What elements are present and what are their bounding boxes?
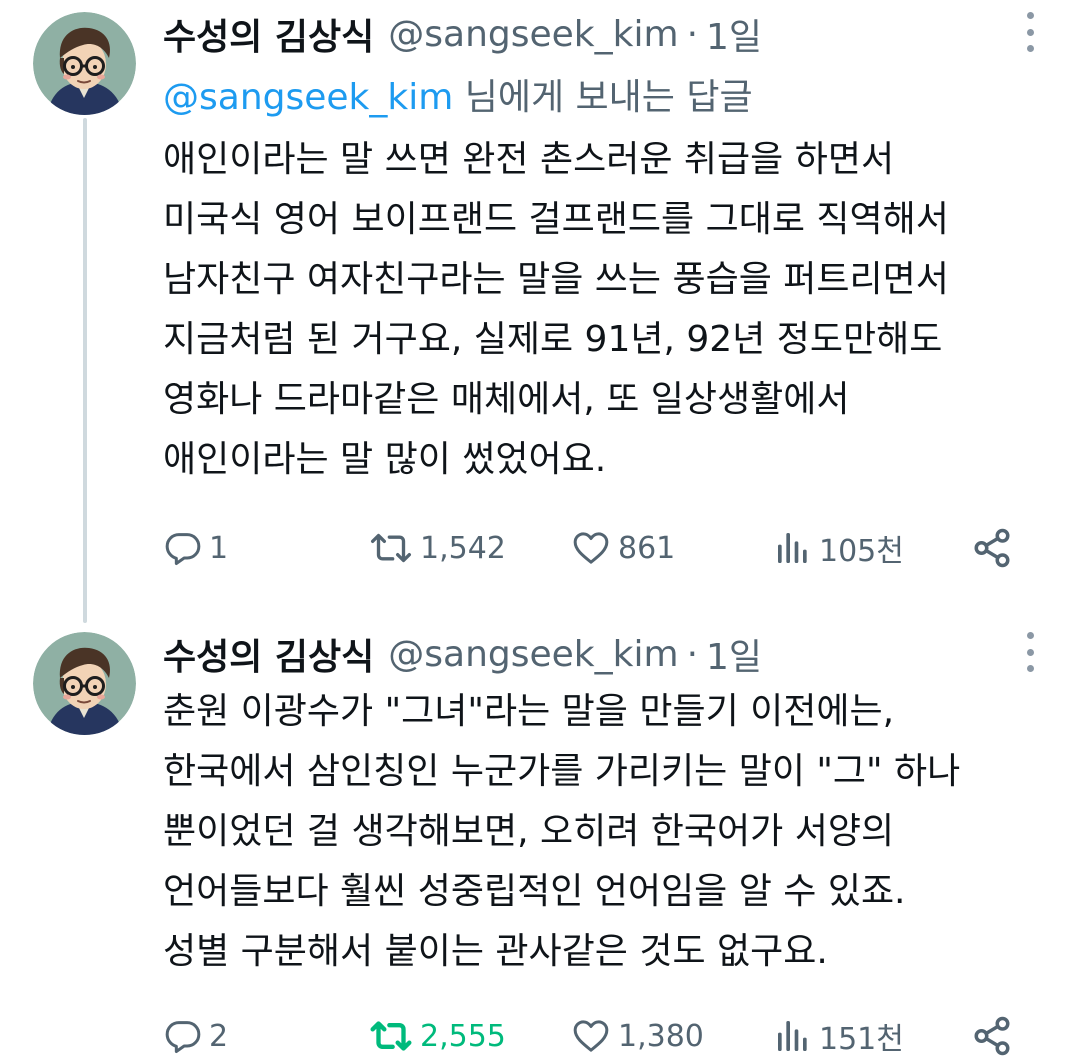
share-button[interactable] — [971, 520, 1019, 576]
tweet-text-line: 미국식 영어 보이프랜드 걸프랜드를 그대로 직역해서 — [163, 199, 949, 240]
retweet-icon — [370, 1021, 412, 1051]
views-button[interactable]: 151천 — [773, 1008, 904, 1064]
user-handle[interactable]: @sangseek_kim — [388, 14, 678, 55]
reply-mention-link[interactable]: @sangseek_kim — [163, 77, 453, 118]
retweet-count: 2,555 — [420, 1018, 506, 1054]
reply-button[interactable]: 1 — [163, 520, 228, 576]
reply-icon — [165, 1021, 201, 1053]
reply-count: 1 — [209, 530, 229, 566]
more-vertical-icon[interactable] — [1024, 632, 1036, 672]
more-vertical-icon[interactable] — [1024, 12, 1036, 52]
heart-icon — [573, 532, 609, 564]
tweet-text-line: 언어들보다 훨씬 성중립적인 언어임을 알 수 있죠. — [163, 871, 906, 912]
like-button[interactable]: 861 — [570, 520, 675, 576]
tweet-text-line: 한국에서 삼인칭인 누군가를 가리키는 말이 "그" 하나 — [163, 751, 961, 792]
reply-icon — [165, 533, 201, 565]
views-count: 151천 — [819, 1022, 904, 1057]
like-button[interactable]: 1,380 — [570, 1008, 704, 1064]
like-count: 1,380 — [618, 1018, 704, 1054]
reply-context: @sangseek_kim 님에게 보내는 답글 — [163, 68, 753, 120]
reply-button[interactable]: 2 — [163, 1008, 228, 1064]
tweet-text-line: 지금처럼 된 거구요, 실제로 91년, 92년 정도만해도 — [163, 319, 943, 360]
tweet-text-line: 성별 구분해서 붙이는 관사같은 것도 없구요. — [163, 931, 828, 972]
avatar[interactable] — [33, 12, 136, 115]
reply-count: 2 — [209, 1018, 229, 1054]
views-icon — [778, 533, 807, 563]
retweet-button[interactable]: 1,542 — [368, 520, 506, 576]
tweet-text-line: 애인이라는 말 많이 썼었어요. — [163, 439, 607, 480]
timestamp[interactable]: 1일 — [706, 8, 762, 60]
reply-context-label: 님에게 보내는 답글 — [453, 77, 753, 118]
action-bar: 2 2,555 1,380 151천 — [163, 1008, 1023, 1064]
retweet-button[interactable]: 2,555 — [368, 1008, 506, 1064]
action-bar: 1 1,542 861 105천 — [163, 520, 1023, 576]
display-name[interactable]: 수성의 김상식 — [163, 628, 374, 680]
separator: · — [686, 13, 699, 55]
tweet-text-line: 애인이라는 말 쓰면 완전 촌스러운 취급을 하면서 — [163, 139, 895, 180]
share-icon — [974, 1016, 1010, 1056]
tweet-text-line: 남자친구 여자친구라는 말을 쓰는 풍습을 퍼트리면서 — [163, 259, 949, 300]
tweet-text-line: 뿐이었던 걸 생각해보면, 오히려 한국어가 서양의 — [163, 811, 895, 852]
tweet-header: 수성의 김상식 @sangseek_kim · 1일 — [163, 6, 762, 62]
share-icon — [974, 528, 1010, 568]
share-button[interactable] — [971, 1008, 1019, 1064]
retweet-count: 1,542 — [420, 530, 506, 566]
retweet-icon — [370, 533, 411, 563]
tweet-text-line: 춘원 이광수가 "그녀"라는 말을 만들기 이전에는, — [163, 691, 895, 732]
tweet[interactable]: 수성의 김상식 @sangseek_kim · 1일 춘원 이광수가 "그녀"라… — [0, 620, 1080, 1062]
tweet-header: 수성의 김상식 @sangseek_kim · 1일 — [163, 626, 762, 682]
avatar[interactable] — [33, 632, 136, 735]
tweet[interactable]: 수성의 김상식 @sangseek_kim · 1일 @sangseek_kim… — [0, 0, 1080, 620]
timestamp[interactable]: 1일 — [706, 628, 762, 680]
views-count: 105천 — [819, 534, 904, 569]
views-button[interactable]: 105천 — [773, 520, 904, 576]
separator: · — [686, 633, 699, 675]
heart-icon — [573, 1020, 609, 1052]
tweet-text: 춘원 이광수가 "그녀"라는 말을 만들기 이전에는, 한국에서 삼인칭인 누군… — [163, 682, 960, 982]
avatar-illustration — [33, 12, 136, 115]
views-icon — [778, 1021, 807, 1051]
like-count: 861 — [618, 530, 676, 566]
user-handle[interactable]: @sangseek_kim — [388, 634, 678, 675]
display-name[interactable]: 수성의 김상식 — [163, 8, 374, 60]
avatar-illustration — [33, 632, 136, 735]
tweet-text-line: 영화나 드라마같은 매체에서, 또 일상생활에서 — [163, 379, 850, 420]
tweet-text: 애인이라는 말 쓰면 완전 촌스러운 취급을 하면서 미국식 영어 보이프랜드 … — [163, 130, 949, 490]
